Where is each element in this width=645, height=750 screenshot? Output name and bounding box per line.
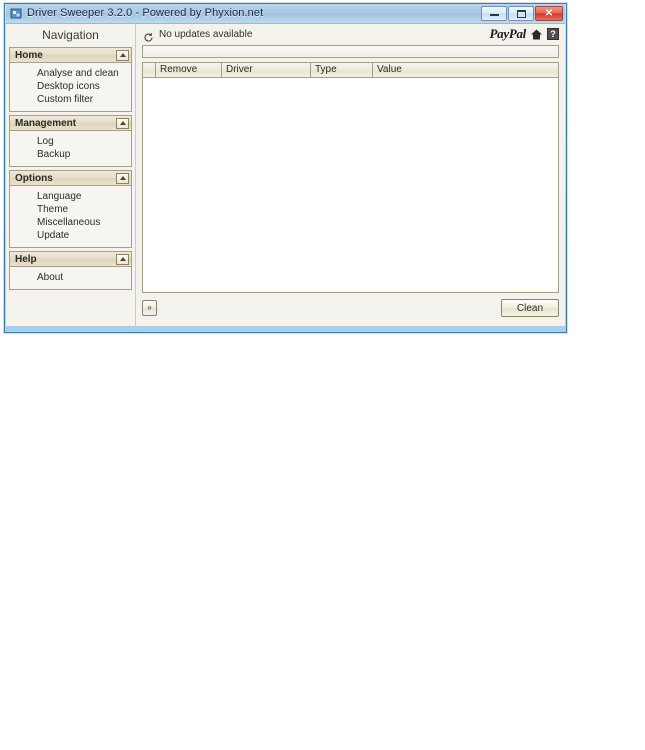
footer-bar: » Clean	[142, 299, 559, 321]
client-area: Navigation Home Analyse and clean Deskto…	[6, 23, 565, 326]
main-panel: No updates available PayPal ? Remove Dri…	[136, 24, 565, 326]
sidebar-item-update[interactable]: Update	[10, 229, 131, 242]
nav-group-header-options[interactable]: Options	[10, 171, 131, 186]
sidebar-title: Navigation	[42, 28, 99, 42]
table-column-header-type[interactable]: Type	[311, 63, 373, 77]
nav-group-body-home: Analyse and clean Desktop icons Custom f…	[10, 63, 131, 111]
sidebar-item-backup[interactable]: Backup	[10, 148, 131, 161]
nav-group-home: Home Analyse and clean Desktop icons Cus…	[9, 47, 132, 112]
table-column-header-value[interactable]: Value	[373, 63, 558, 77]
nav-group-body-options: Language Theme Miscellaneous Update	[10, 186, 131, 247]
status-text: No updates available	[159, 29, 253, 40]
sidebar-item-miscellaneous[interactable]: Miscellaneous	[10, 216, 131, 229]
sidebar-item-theme[interactable]: Theme	[10, 203, 131, 216]
nav-group-label-home: Home	[15, 49, 43, 61]
collapse-button-management[interactable]	[116, 117, 129, 129]
chevron-up-icon	[119, 121, 126, 125]
paypal-logo[interactable]: PayPal	[490, 27, 527, 41]
nav-group-management: Management Log Backup	[9, 115, 132, 167]
nav-group-body-help: About	[10, 267, 131, 289]
nav-group-label-options: Options	[15, 172, 53, 184]
title-bar[interactable]: Driver Sweeper 3.2.0 - Powered by Phyxio…	[6, 4, 565, 23]
maximize-icon	[509, 7, 533, 20]
sidebar-item-analyse-and-clean[interactable]: Analyse and clean	[10, 67, 131, 80]
close-button[interactable]: ✕	[535, 6, 563, 21]
clean-button[interactable]: Clean	[501, 299, 559, 317]
progress-bar	[142, 45, 559, 58]
nav-group-header-management[interactable]: Management	[10, 116, 131, 131]
refresh-icon[interactable]	[143, 30, 154, 42]
expand-button[interactable]: »	[142, 300, 157, 316]
app-icon	[10, 7, 23, 20]
collapse-button-options[interactable]	[116, 172, 129, 184]
maximize-button[interactable]	[508, 6, 534, 21]
nav-group-help: Help About	[9, 251, 132, 290]
table-column-header-select[interactable]	[143, 63, 156, 77]
chevron-up-icon	[119, 176, 126, 180]
minimize-button[interactable]	[481, 6, 507, 21]
nav-group-header-help[interactable]: Help	[10, 252, 131, 267]
table-body[interactable]	[143, 78, 558, 292]
table-column-header-remove[interactable]: Remove	[156, 63, 222, 77]
nav-group-header-home[interactable]: Home	[10, 48, 131, 63]
results-table: Remove Driver Type Value	[142, 62, 559, 293]
nav-group-body-management: Log Backup	[10, 131, 131, 166]
nav-group-label-help: Help	[15, 253, 37, 265]
navigation-sidebar: Navigation Home Analyse and clean Deskto…	[6, 24, 136, 326]
window-controls: ✕	[481, 6, 563, 21]
status-row: No updates available PayPal ?	[142, 26, 559, 44]
chevron-up-icon	[119, 53, 126, 57]
nav-group-options: Options Language Theme Miscellaneous Upd…	[9, 170, 132, 248]
sidebar-item-custom-filter[interactable]: Custom filter	[10, 93, 131, 106]
help-icon[interactable]: ?	[547, 28, 559, 40]
minimize-icon	[482, 7, 506, 20]
application-window: Driver Sweeper 3.2.0 - Powered by Phyxio…	[4, 3, 567, 333]
brand-row: PayPal ?	[490, 27, 559, 41]
collapse-button-home[interactable]	[116, 49, 129, 61]
home-icon[interactable]	[530, 28, 543, 41]
table-header-row: Remove Driver Type Value	[143, 63, 558, 78]
nav-group-label-management: Management	[15, 117, 77, 129]
sidebar-item-language[interactable]: Language	[10, 190, 131, 203]
table-column-header-driver[interactable]: Driver	[222, 63, 311, 77]
collapse-button-help[interactable]	[116, 253, 129, 265]
sidebar-item-about[interactable]: About	[10, 271, 131, 284]
sidebar-item-desktop-icons[interactable]: Desktop icons	[10, 80, 131, 93]
close-icon: ✕	[544, 7, 554, 19]
window-title: Driver Sweeper 3.2.0 - Powered by Phyxio…	[27, 7, 264, 19]
sidebar-item-log[interactable]: Log	[10, 135, 131, 148]
chevron-up-icon	[119, 257, 126, 261]
